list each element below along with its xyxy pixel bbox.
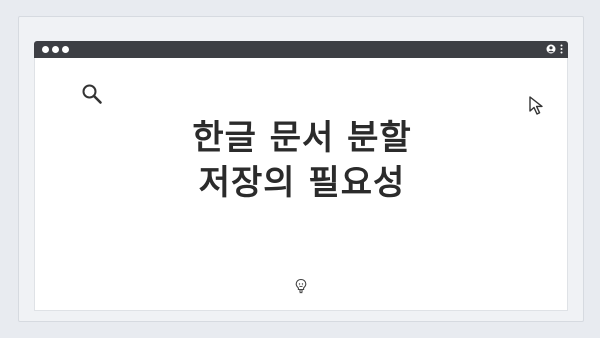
close-dot[interactable] — [42, 46, 49, 53]
lightbulb-icon — [294, 278, 308, 298]
maximize-dot[interactable] — [62, 46, 69, 53]
titlebar-actions — [546, 44, 563, 54]
kebab-menu-icon[interactable] — [560, 44, 563, 54]
slide-title-line-1: 한글 문서 분할 — [192, 118, 412, 158]
minimize-dot[interactable] — [52, 46, 59, 53]
window-titlebar — [34, 41, 568, 58]
slide-title: 한글 문서 분할 저장의 필요성 — [35, 116, 569, 206]
search-icon — [81, 83, 103, 109]
slide-canvas: 한글 문서 분할 저장의 필요성 — [0, 0, 600, 338]
window-controls — [42, 46, 69, 53]
user-icon[interactable] — [546, 44, 556, 54]
slide-title-line-2: 저장의 필요성 — [198, 163, 406, 203]
window-content: 한글 문서 분할 저장의 필요성 — [34, 58, 568, 311]
